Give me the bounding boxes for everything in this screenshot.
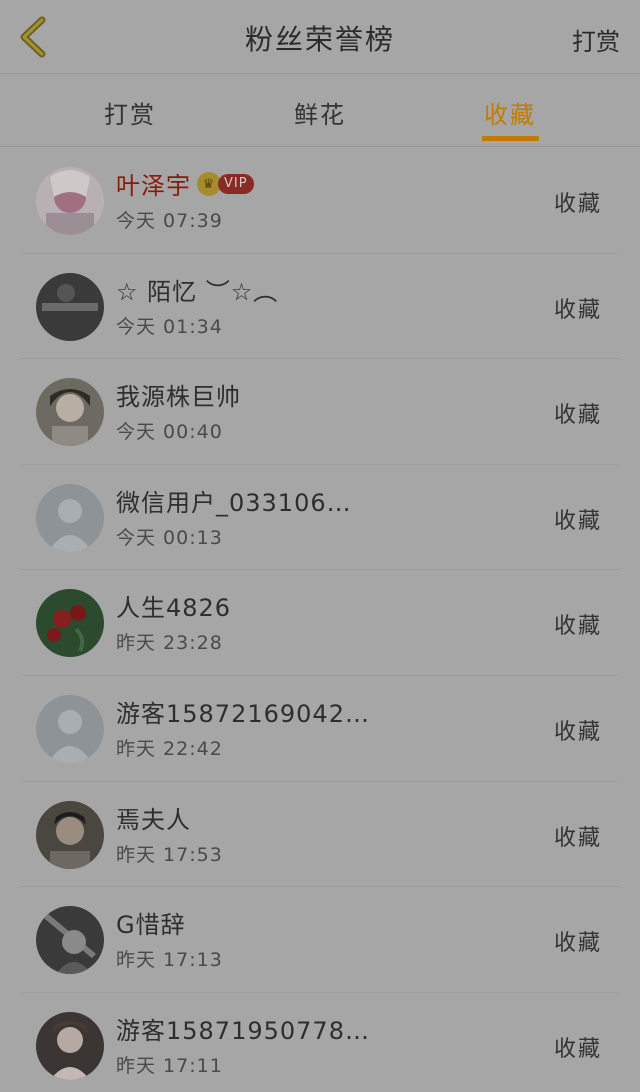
reward-button[interactable]: 打赏 — [572, 22, 620, 57]
favorite-label: 收藏 — [553, 297, 602, 323]
avatar — [36, 800, 104, 869]
avatar — [36, 589, 104, 658]
fan-time: 今天 00:40 — [116, 421, 223, 444]
fan-list: 叶泽宇 ♛ VIP 今天 07:39 收藏 ☆ 陌忆 ︶☆︵ 今天 01:34 收藏… — [0, 148, 640, 1092]
tab-favorites[interactable]: 收藏 — [450, 95, 570, 130]
fan-name: 微信用户_033106… — [116, 488, 352, 517]
avatar — [36, 378, 104, 447]
fan-name: 人生4826 — [116, 594, 232, 623]
list-item[interactable]: 微信用户_033106… 今天 00:13 收藏 — [20, 465, 620, 571]
favorite-label: 收藏 — [553, 825, 602, 851]
favorite-label: 收藏 — [553, 403, 602, 429]
list-item[interactable]: 人生4826 昨天 23:28 收藏 — [20, 570, 620, 676]
vip-badge: ♛ VIP — [197, 172, 254, 196]
list-item[interactable]: 我源株巨帅 今天 00:40 收藏 — [20, 359, 620, 465]
top-bar: 粉丝荣誉榜 打赏 — [0, 0, 640, 74]
fan-time: 今天 00:13 — [116, 526, 223, 549]
tab-flowers[interactable]: 鲜花 — [260, 95, 380, 130]
fan-time: 昨天 17:11 — [116, 1054, 223, 1077]
fan-time: 昨天 17:13 — [116, 949, 223, 972]
favorite-label: 收藏 — [553, 719, 602, 745]
fan-time: 今天 07:39 — [116, 210, 223, 232]
tab-reward[interactable]: 打赏 — [70, 95, 190, 130]
fan-time: 今天 01:34 — [116, 315, 223, 338]
list-item[interactable]: 叶泽宇 ♛ VIP 今天 07:39 收藏 — [20, 148, 620, 254]
favorite-label: 收藏 — [553, 614, 602, 640]
favorite-label: 收藏 — [553, 1036, 602, 1062]
list-item[interactable]: G惜辞 昨天 17:13 收藏 — [20, 887, 620, 993]
list-item[interactable]: 游客15872169042… 昨天 22:42 收藏 — [20, 676, 620, 782]
page-title: 粉丝荣誉榜 — [244, 23, 395, 56]
list-item[interactable]: ☆ 陌忆 ︶☆︵ 今天 01:34 收藏 — [20, 254, 620, 360]
fan-name: ☆ 陌忆 ︶☆︵ — [116, 277, 279, 306]
list-item[interactable]: 游客15871950778… 昨天 17:11 收藏 — [20, 993, 620, 1092]
fan-time: 昨天 23:28 — [116, 632, 223, 655]
favorite-label: 收藏 — [553, 508, 602, 534]
active-tab-indicator — [482, 136, 539, 141]
fan-name: 叶泽宇 ♛ VIP — [116, 166, 254, 201]
fan-name: 焉夫人 — [116, 805, 191, 834]
fan-time: 昨天 17:53 — [116, 843, 223, 866]
avatar — [36, 906, 104, 975]
fan-name: G惜辞 — [116, 911, 186, 940]
list-item[interactable]: 焉夫人 昨天 17:53 收藏 — [20, 782, 620, 888]
avatar — [36, 167, 104, 235]
fan-time: 昨天 22:42 — [116, 737, 223, 760]
fan-name: 我源株巨帅 — [116, 383, 241, 412]
fan-name: 游客15871950778… — [116, 1016, 370, 1045]
avatar — [36, 1011, 104, 1080]
avatar — [36, 272, 104, 341]
favorite-label: 收藏 — [553, 192, 602, 217]
avatar — [36, 694, 104, 763]
avatar — [36, 483, 104, 552]
tab-bar: 打赏 鲜花 收藏 — [0, 75, 640, 147]
fan-name: 游客15872169042… — [116, 699, 370, 728]
favorite-label: 收藏 — [553, 931, 602, 957]
